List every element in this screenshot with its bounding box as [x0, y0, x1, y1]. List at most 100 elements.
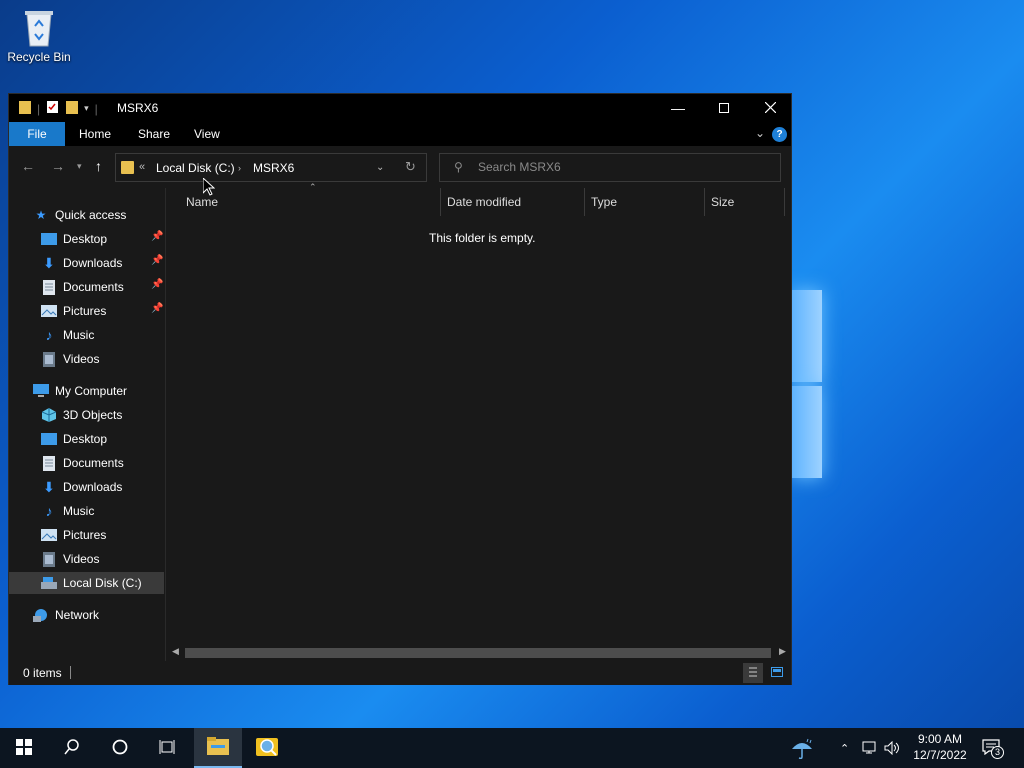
cortana-circle-icon: [112, 739, 128, 758]
cortana-button[interactable]: [96, 728, 144, 768]
address-bar[interactable]: « Local Disk (C:) › MSRX6 ⌄ ↻: [115, 153, 427, 182]
horizontal-scrollbar[interactable]: ◀ ▶: [167, 644, 791, 661]
notification-icon: 3: [982, 738, 1004, 759]
mouse-pointer-icon: [202, 176, 216, 199]
column-header-size[interactable]: Size: [711, 195, 734, 209]
column-divider[interactable]: [584, 188, 585, 216]
clock-time: 9:00 AM: [917, 732, 963, 746]
action-center-button[interactable]: 3: [982, 728, 1004, 768]
sidebar-item-pictures-pc[interactable]: Pictures: [41, 524, 106, 546]
file-explorer-icon: [207, 736, 229, 758]
scroll-right-icon[interactable]: ▶: [779, 646, 786, 657]
sidebar-item-music[interactable]: ♪ Music: [41, 324, 95, 346]
pin-icon[interactable]: 📌: [151, 231, 163, 242]
sidebar-item-pictures[interactable]: Pictures: [41, 300, 106, 322]
large-icons-view-button[interactable]: [767, 663, 787, 683]
sidebar-item-network[interactable]: Network: [33, 604, 99, 626]
title-bar[interactable]: | ▾ | MSRX6 —: [9, 94, 791, 122]
volume-icon[interactable]: [884, 728, 900, 768]
navigation-pane: ★ Quick access Desktop 📌 ⬇ Downloads 📌 D…: [9, 188, 166, 661]
sidebar-item-quick-access[interactable]: ★ Quick access: [33, 204, 127, 226]
maximize-icon: [719, 100, 729, 116]
tab-file[interactable]: File: [9, 122, 65, 146]
sidebar-item-documents[interactable]: Documents: [41, 276, 124, 298]
weather-icon[interactable]: [790, 728, 814, 768]
scrollbar-thumb[interactable]: [185, 648, 771, 658]
close-button[interactable]: [747, 94, 793, 122]
pin-icon[interactable]: 📌: [151, 303, 163, 314]
sort-ascending-icon: ⌃: [309, 182, 317, 192]
column-header-type[interactable]: Type: [591, 195, 617, 209]
column-divider[interactable]: [704, 188, 705, 216]
sidebar-item-videos[interactable]: Videos: [41, 348, 99, 370]
properties-icon[interactable]: [46, 100, 60, 117]
sidebar-item-3d-objects[interactable]: 3D Objects: [41, 404, 122, 426]
details-view-button[interactable]: [743, 663, 763, 683]
tab-home[interactable]: Home: [69, 122, 121, 146]
file-explorer-taskbar-button[interactable]: [194, 728, 242, 768]
video-icon: [41, 351, 57, 367]
music-note-icon: ♪: [45, 327, 53, 343]
back-arrow-icon[interactable]: ←: [21, 158, 35, 174]
search-box[interactable]: ⚲: [439, 153, 781, 182]
help-icon[interactable]: ?: [772, 127, 787, 142]
computer-icon: [33, 383, 49, 399]
expand-ribbon-chevron-icon[interactable]: ⌄: [755, 126, 765, 140]
desktop-icon: [41, 431, 57, 447]
task-view-button[interactable]: [144, 728, 192, 768]
tab-share[interactable]: Share: [128, 122, 180, 146]
sidebar-item-downloads-pc[interactable]: ⬇ Downloads: [41, 476, 122, 498]
column-header-date-modified[interactable]: Date modified: [447, 195, 521, 209]
refresh-icon[interactable]: ↻: [405, 159, 416, 175]
start-button[interactable]: [0, 728, 48, 768]
maximize-button[interactable]: [701, 94, 747, 122]
column-divider[interactable]: [784, 188, 785, 216]
tab-view[interactable]: View: [184, 122, 230, 146]
minimize-button[interactable]: —: [655, 94, 701, 122]
new-folder-icon[interactable]: [66, 100, 79, 117]
sidebar-item-documents-pc[interactable]: Documents: [41, 452, 124, 474]
address-history-chevron-icon[interactable]: ⌄: [376, 162, 384, 173]
customize-toolbar-icon[interactable]: ▾: [84, 103, 89, 114]
scroll-left-icon[interactable]: ◀: [172, 646, 179, 657]
video-icon: [41, 551, 57, 567]
sidebar-item-my-computer[interactable]: My Computer: [33, 380, 127, 402]
star-icon: ★: [35, 208, 47, 222]
network-icon: [33, 607, 49, 623]
breadcrumb-chevron-icon[interactable]: ›: [238, 163, 241, 173]
up-arrow-icon[interactable]: ↑: [95, 158, 102, 174]
forward-arrow-icon[interactable]: →: [51, 158, 65, 174]
details-view-icon: [748, 666, 758, 681]
picture-icon: [41, 303, 57, 319]
column-divider[interactable]: [440, 188, 441, 216]
breadcrumb-msrx6[interactable]: MSRX6: [253, 161, 294, 175]
sidebar-item-downloads[interactable]: ⬇ Downloads: [41, 252, 122, 274]
sidebar-item-desktop-pc[interactable]: Desktop: [41, 428, 107, 450]
search-input[interactable]: [478, 160, 768, 174]
pin-icon[interactable]: 📌: [151, 279, 163, 290]
recycle-bin-shortcut[interactable]: Recycle Bin: [4, 6, 74, 64]
breadcrumb-local-disk[interactable]: Local Disk (C:): [156, 161, 235, 175]
recycle-bin-icon: [21, 6, 57, 48]
image-viewer-taskbar-button[interactable]: [244, 728, 292, 768]
sidebar-item-desktop[interactable]: Desktop: [41, 228, 107, 250]
item-count: 0 items: [23, 666, 62, 680]
windows-logo-icon: [16, 738, 32, 758]
search-button[interactable]: [48, 728, 96, 768]
sidebar-item-videos-pc[interactable]: Videos: [41, 548, 99, 570]
search-icon: ⚲: [454, 160, 463, 174]
hard-drive-icon: [41, 575, 57, 591]
cube-icon: [41, 407, 57, 423]
file-list-pane[interactable]: ⌃ Name Date modified Type Size This fold…: [167, 182, 791, 661]
magnifier-image-icon: [256, 736, 280, 761]
network-status-icon[interactable]: [862, 728, 878, 768]
empty-folder-message: This folder is empty.: [429, 231, 536, 245]
pin-icon[interactable]: 📌: [151, 255, 163, 266]
sidebar-item-music-pc[interactable]: ♪ Music: [41, 500, 95, 522]
document-icon: [41, 279, 57, 295]
sidebar-item-local-disk[interactable]: Local Disk (C:): [9, 572, 164, 594]
show-hidden-icons-chevron-icon[interactable]: ⌃: [840, 728, 849, 768]
address-overflow[interactable]: «: [139, 161, 145, 173]
system-clock[interactable]: 9:00 AM 12/7/2022: [905, 731, 975, 763]
recent-locations-chevron-icon[interactable]: ▾: [77, 161, 82, 172]
